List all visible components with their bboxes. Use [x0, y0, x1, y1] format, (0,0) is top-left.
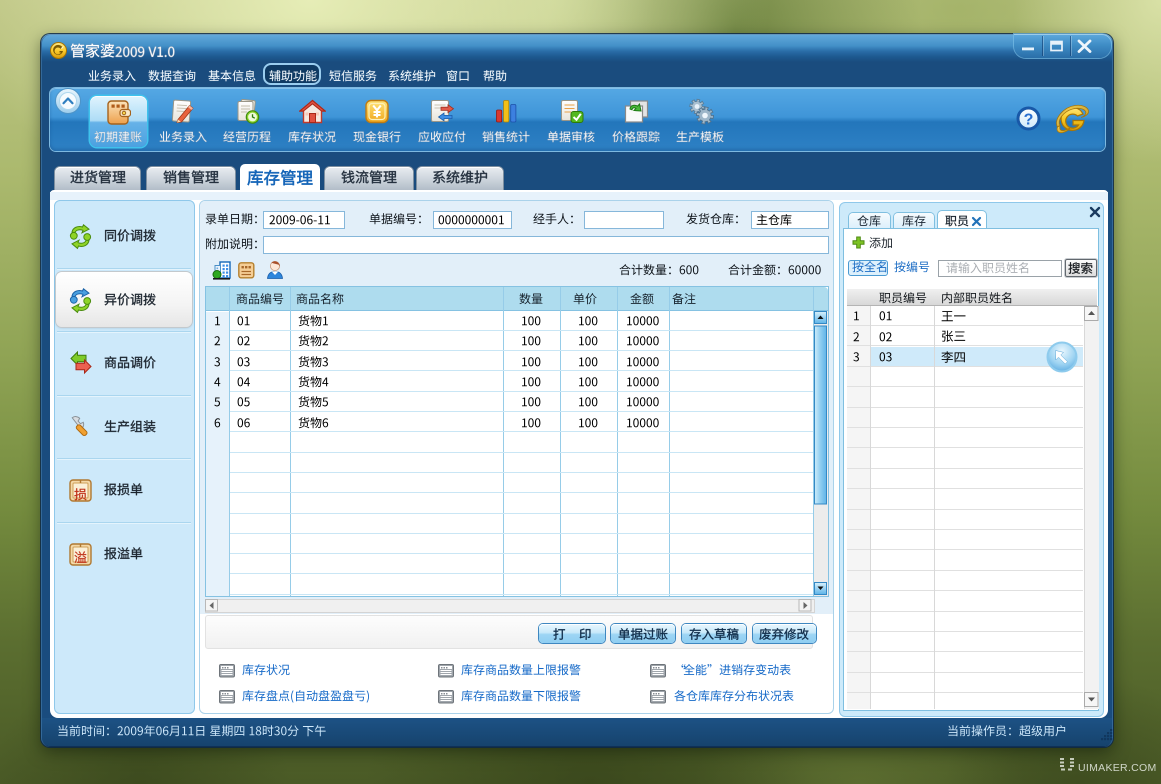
svg-text:?: ? — [1024, 112, 1034, 129]
